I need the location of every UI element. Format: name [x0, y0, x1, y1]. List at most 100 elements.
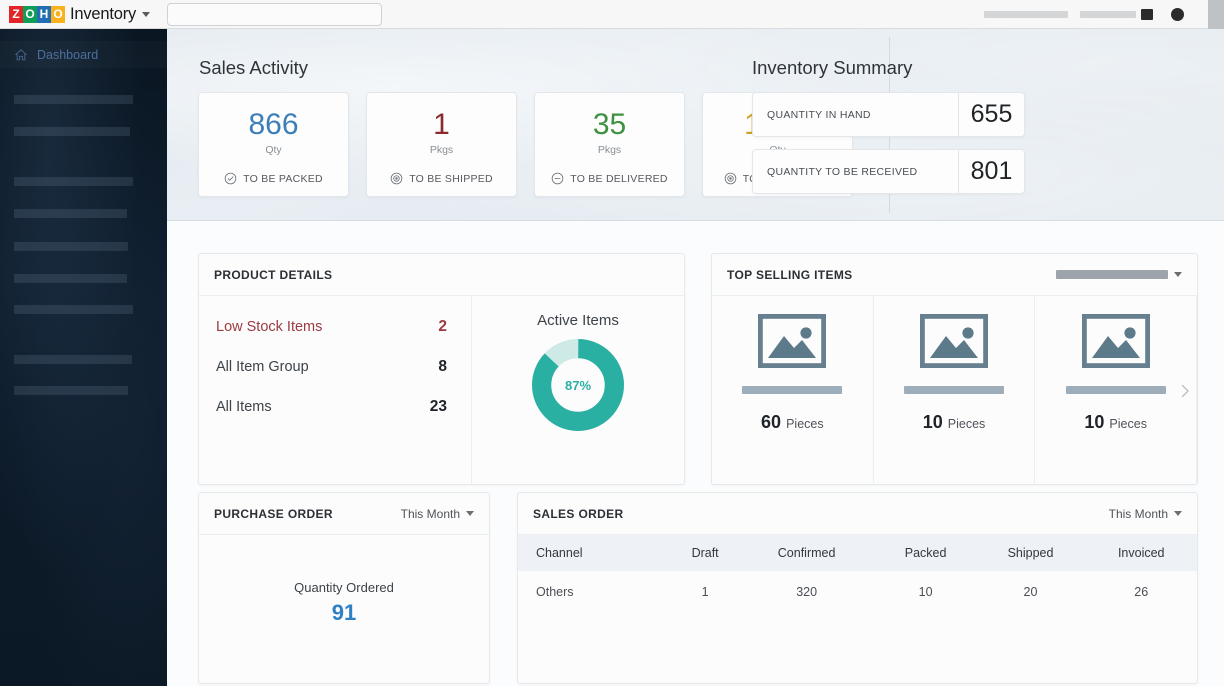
activity-card-value: 35 — [593, 109, 626, 141]
product-details-label: Low Stock Items — [216, 319, 322, 335]
top-selling-item-count: 10Pieces — [1084, 412, 1147, 433]
chevron-down-icon — [1174, 511, 1182, 516]
top-selling-item-name — [904, 386, 1004, 394]
sales-order-panel: SALES ORDER This Month ChannelDraftConfi… — [517, 492, 1198, 684]
sales-order-table: ChannelDraftConfirmedPackedShippedInvoic… — [518, 535, 1197, 613]
purchase-order-period-label: This Month — [401, 507, 460, 521]
sidebar-item-redacted-8[interactable] — [14, 355, 132, 364]
image-placeholder-icon — [1082, 314, 1150, 368]
purchase-order-title: PURCHASE ORDER — [214, 507, 333, 521]
sidebar-item-redacted-5[interactable] — [14, 242, 128, 251]
chevron-down-icon[interactable] — [142, 12, 150, 17]
product-details-body: Low Stock Items 2 All Item Group8 All Items… — [199, 296, 684, 485]
sidebar-item-redacted-2[interactable] — [14, 127, 130, 136]
top-selling-items-list: 60Pieces10Pieces10Pieces — [712, 296, 1197, 485]
donut-center-label: 87% — [530, 337, 626, 433]
sales-activity-card[interactable]: 35PkgsTO BE DELIVERED — [534, 92, 685, 197]
sidebar-item-redacted-4[interactable] — [14, 209, 127, 218]
sales-order-period-selector[interactable]: This Month — [1109, 507, 1182, 521]
sidebar-item-dashboard-label: Dashboard — [37, 48, 98, 62]
product-details-label: All Items — [216, 399, 272, 415]
topbar-redacted-item-2[interactable] — [1080, 11, 1136, 18]
sales-order-period-label: This Month — [1109, 507, 1168, 521]
sales-activity-card[interactable]: 866QtyTO BE PACKED — [198, 92, 349, 197]
window-square-icon[interactable] — [1141, 9, 1153, 20]
product-details-row[interactable]: Low Stock Items 2 — [216, 318, 447, 336]
purchase-order-body: Quantity Ordered 91 — [199, 535, 489, 684]
active-items-donut: 87% — [530, 337, 626, 433]
sidebar-item-redacted-7[interactable] — [14, 305, 133, 314]
chevron-down-icon — [1174, 272, 1182, 277]
table-column-header[interactable]: Draft — [673, 535, 738, 571]
sidebar-item-redacted-3[interactable] — [14, 177, 133, 186]
table-cell: 1 — [673, 571, 738, 613]
activity-card-footer: TO BE SHIPPED — [390, 172, 493, 185]
table-row[interactable]: Others1320102026 — [518, 571, 1197, 613]
activity-card-value: 1 — [433, 109, 450, 141]
sidebar-item-redacted-6[interactable] — [14, 274, 127, 283]
search-input[interactable] — [167, 3, 382, 26]
inventory-summary-row[interactable]: QUANTITY IN HAND655 — [752, 92, 1025, 137]
logo-tile-o2: O — [51, 6, 65, 23]
sidebar-item-redacted-1[interactable] — [14, 95, 133, 104]
top-selling-title: TOP SELLING ITEMS — [727, 268, 853, 282]
quantity-ordered-label: Quantity Ordered — [294, 580, 394, 595]
product-details-value: 23 — [430, 398, 447, 416]
top-selling-item[interactable]: 10Pieces — [874, 296, 1036, 485]
sidebar-item-dashboard[interactable]: Dashboard — [0, 41, 167, 68]
sales-order-title: SALES ORDER — [533, 507, 624, 521]
activity-card-label: TO BE PACKED — [243, 173, 323, 185]
dot-circle-icon — [390, 172, 403, 185]
product-name: Inventory — [70, 5, 136, 24]
product-details-row[interactable]: All Items 23 — [216, 398, 447, 416]
app-root: Z O H O Inventory Dashboard Sales Ac — [0, 0, 1224, 686]
inventory-summary-row[interactable]: QUANTITY TO BE RECEIVED801 — [752, 149, 1025, 194]
sales-activity-title: Sales Activity — [199, 57, 308, 79]
image-placeholder-icon — [920, 314, 988, 368]
top-selling-selector-value — [1056, 270, 1168, 279]
home-icon — [14, 48, 28, 62]
top-bar: Z O H O Inventory — [0, 0, 1224, 29]
activity-card-unit: Pkgs — [430, 144, 453, 156]
scrollbar-track[interactable] — [1208, 0, 1224, 29]
product-details-panel: PRODUCT DETAILS Low Stock Items2All Item… — [198, 253, 685, 485]
quantity-ordered-value: 91 — [332, 600, 356, 626]
table-cell: 10 — [876, 571, 976, 613]
sales-order-table-body: Others1320102026 — [518, 571, 1197, 613]
sales-order-table-head: ChannelDraftConfirmedPackedShippedInvoic… — [518, 535, 1197, 571]
main-content: Sales Activity Inventory Summary 866QtyT… — [167, 29, 1224, 686]
purchase-order-period-selector[interactable]: This Month — [401, 507, 474, 521]
purchase-order-panel: PURCHASE ORDER This Month Quantity Order… — [198, 492, 490, 684]
table-cell: Others — [518, 571, 673, 613]
activity-card-unit: Qty — [265, 144, 281, 156]
table-column-header[interactable]: Packed — [876, 535, 976, 571]
product-details-value: 2 — [438, 318, 447, 336]
active-items-chart: Active Items 87% — [471, 296, 684, 485]
brand[interactable]: Z O H O Inventory — [9, 5, 150, 24]
table-column-header[interactable]: Shipped — [976, 535, 1086, 571]
minus-circle-icon — [551, 172, 564, 185]
table-column-header[interactable]: Confirmed — [738, 535, 876, 571]
top-selling-header: TOP SELLING ITEMS — [712, 254, 1197, 296]
top-selling-selector[interactable] — [1056, 270, 1182, 279]
top-selling-item-name — [1066, 386, 1166, 394]
table-cell: 26 — [1085, 571, 1197, 613]
product-details-row[interactable]: All Item Group8 — [216, 358, 447, 376]
top-selling-item[interactable]: 60Pieces — [712, 296, 874, 485]
top-selling-item[interactable]: 10Pieces — [1035, 296, 1197, 485]
table-column-header[interactable]: Invoiced — [1085, 535, 1197, 571]
carousel-next-icon[interactable] — [1177, 383, 1193, 399]
inventory-summary-label: QUANTITY IN HAND — [753, 109, 958, 121]
top-selling-item-unit: Pieces — [786, 417, 824, 431]
table-header-row: ChannelDraftConfirmedPackedShippedInvoic… — [518, 535, 1197, 571]
product-details-list: Low Stock Items 2 All Item Group8 All Items… — [199, 296, 471, 485]
top-selling-item-name — [742, 386, 842, 394]
window-circle-icon[interactable] — [1171, 8, 1184, 21]
top-selling-item-qty: 10 — [1084, 412, 1104, 433]
sidebar-item-redacted-9[interactable] — [14, 386, 128, 395]
table-column-header[interactable]: Channel — [518, 535, 673, 571]
sales-activity-card[interactable]: 1 Pkgs TO BE SHIPPED — [366, 92, 517, 197]
topbar-redacted-item-1[interactable] — [984, 11, 1068, 18]
check-circle-icon — [224, 172, 237, 185]
dot-circle-icon — [724, 172, 737, 185]
